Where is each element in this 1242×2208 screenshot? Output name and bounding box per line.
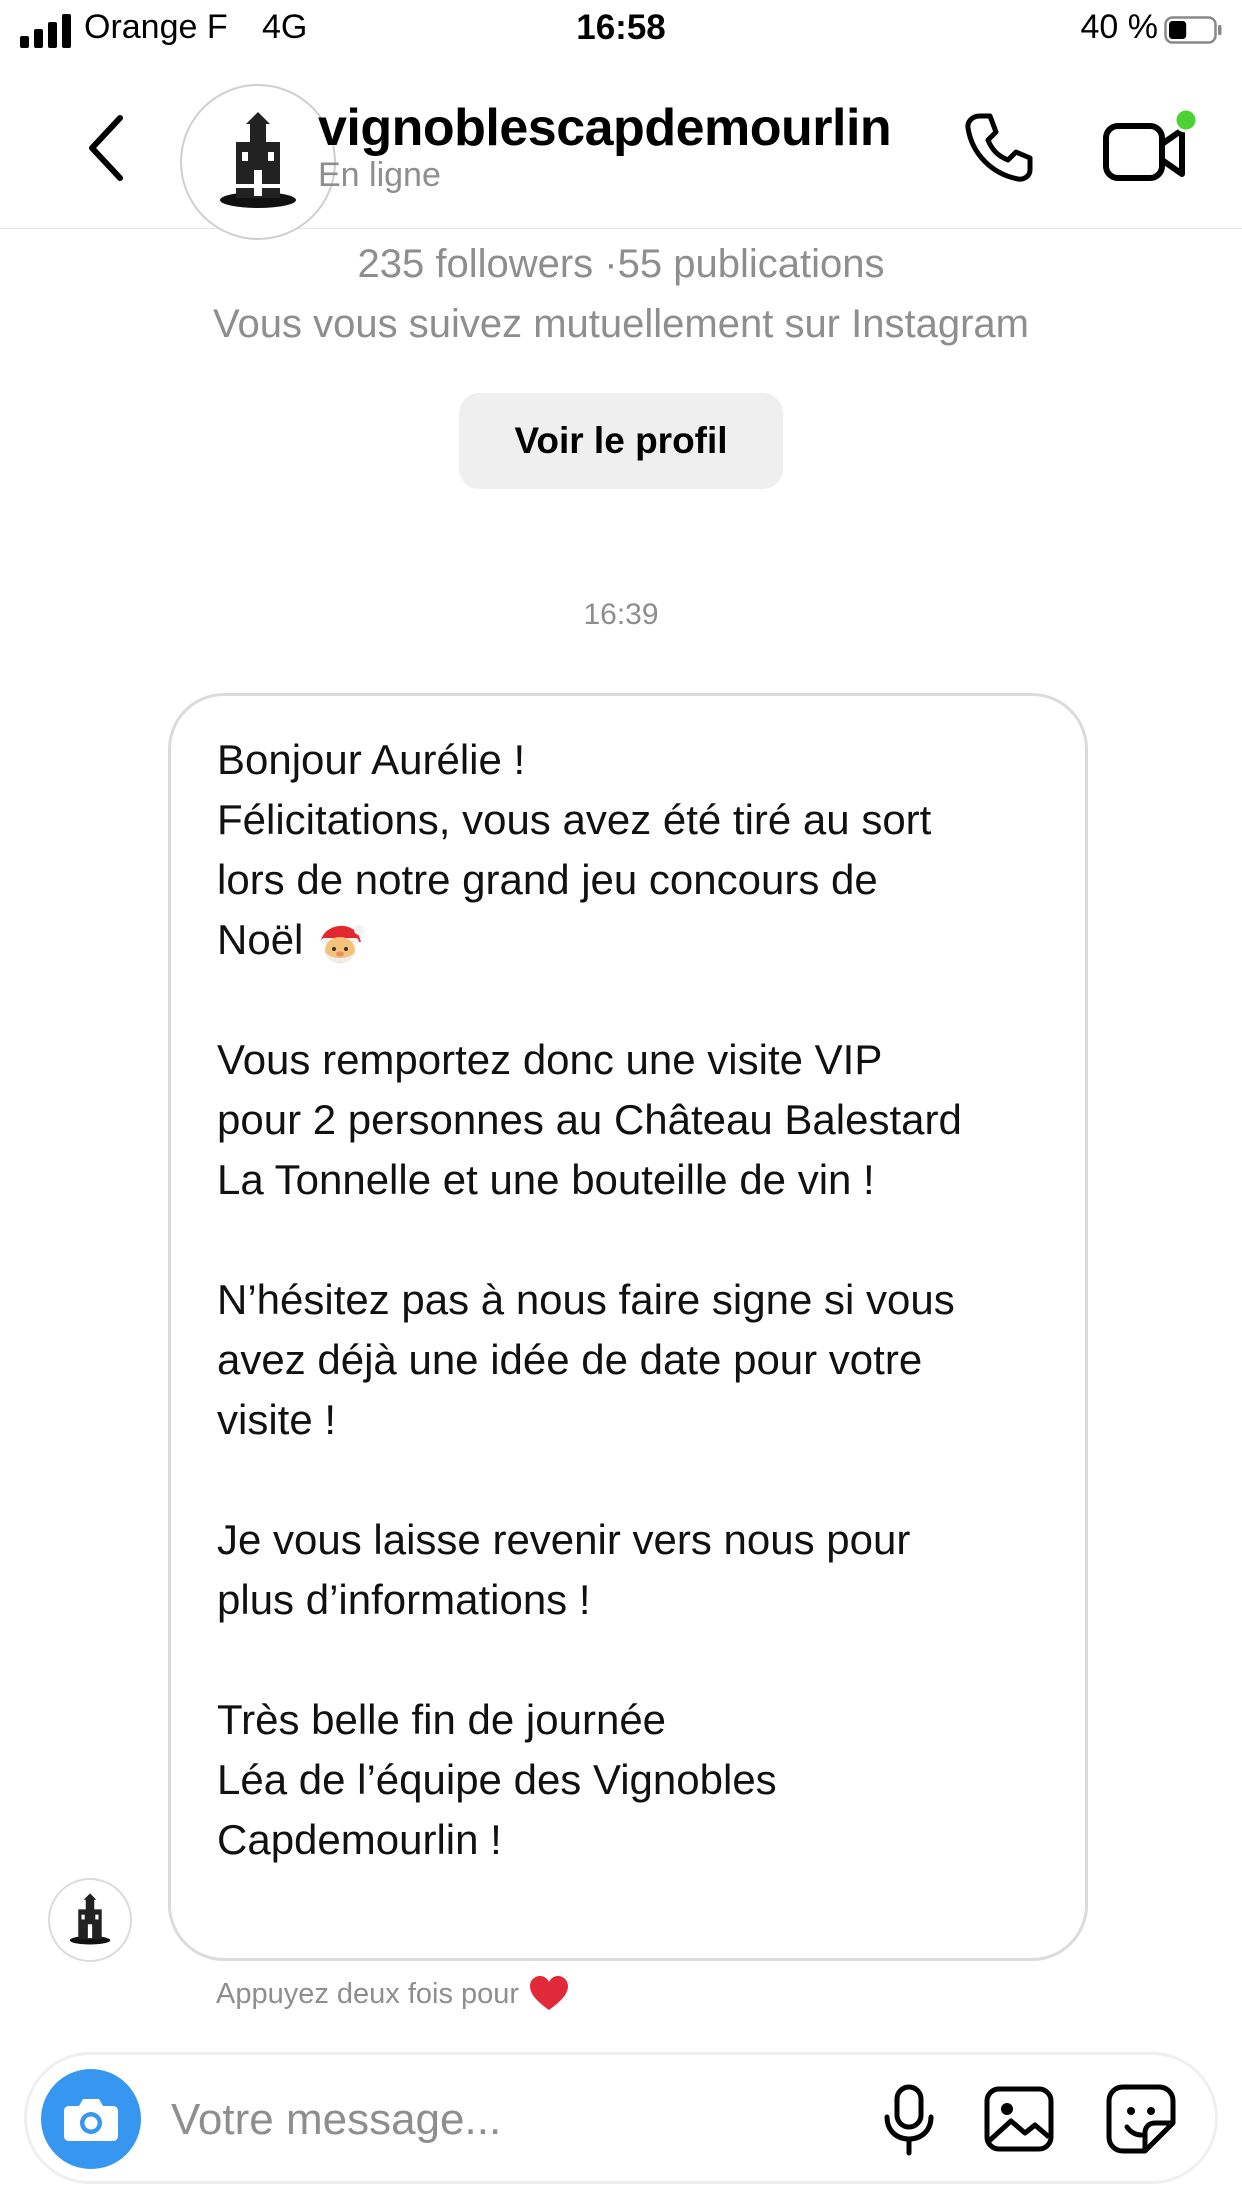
chat-header: vignoblescapdemourlin En ligne <box>0 62 1242 240</box>
profile-avatar[interactable] <box>180 84 336 240</box>
message-line-with-emoji: Noël <box>217 910 1039 970</box>
status-bar: Orange F 4G 16:58 40 % <box>0 0 1242 62</box>
mutual-follow-note: Vous vous suivez mutuellement sur Instag… <box>213 302 1029 346</box>
battery-percent: 40 % <box>1080 8 1159 46</box>
message-line: lors de notre grand jeu concours de <box>217 856 878 903</box>
message-line: avez déjà une idée de date pour votre <box>217 1336 923 1383</box>
message-line: plus d’informations ! <box>217 1576 591 1623</box>
view-profile-button[interactable]: Voir le profil <box>459 393 783 489</box>
heart-icon <box>530 1976 569 2010</box>
message-line <box>217 970 1039 1030</box>
contact-online-status: En ligne <box>318 156 441 194</box>
video-call-icon[interactable] <box>1100 102 1200 192</box>
message-line: Bonjour Aurélie ! <box>217 736 526 783</box>
message-line: Félicitations, vous avez été tiré au sor… <box>217 796 932 843</box>
clock: 16:58 <box>576 8 666 47</box>
santa-emoji-icon <box>321 924 365 963</box>
gallery-icon[interactable] <box>979 2079 1059 2159</box>
message-composer <box>24 2052 1218 2184</box>
double-tap-hint-text: Appuyez deux fois pour <box>216 1977 520 2010</box>
message-line: Noël <box>217 916 304 963</box>
profile-stats: 235 followers ·55 publications <box>357 242 885 286</box>
message-line: Léa de l’équipe des Vignobles <box>217 1756 777 1803</box>
message-line <box>217 1210 1039 1270</box>
camera-icon <box>64 2099 118 2141</box>
message-line: Vous remportez donc une visite VIP <box>217 1036 883 1083</box>
message-line: Capdemourlin ! <box>217 1816 502 1863</box>
message-line: La Tonnelle et une bouteille de vin ! <box>217 1156 875 1203</box>
message-line: visite ! <box>217 1396 337 1443</box>
profile-summary: 235 followers ·55 publications Vous vous… <box>0 234 1242 354</box>
contact-username[interactable]: vignoblescapdemourlin <box>318 98 892 158</box>
camera-button[interactable] <box>41 2069 141 2169</box>
message-line: Très belle fin de journée <box>217 1696 667 1743</box>
message-bubble[interactable]: Bonjour Aurélie ! Félicitations, vous av… <box>168 693 1088 1961</box>
message-line: N’hésitez pas à nous faire signe si vous <box>217 1276 955 1323</box>
message-line: pour 2 personnes au Château Balestard <box>217 1096 962 1143</box>
back-arrow-icon[interactable] <box>80 110 136 186</box>
sender-avatar[interactable] <box>48 1878 132 1962</box>
message-line: Je vous laisse revenir vers nous pour <box>217 1516 911 1563</box>
chateau-logo-icon <box>69 1893 111 1945</box>
message-line <box>217 1450 1039 1510</box>
phone-icon[interactable] <box>958 108 1038 188</box>
battery-icon <box>1164 16 1222 44</box>
message-timestamp: 16:39 <box>583 598 659 631</box>
chateau-logo-icon <box>198 102 318 222</box>
message-line <box>217 1630 1039 1690</box>
message-input[interactable] <box>169 2077 873 2163</box>
microphone-icon[interactable] <box>869 2079 949 2159</box>
double-tap-hint: Appuyez deux fois pour <box>216 1976 569 2012</box>
sticker-icon[interactable] <box>1101 2079 1181 2159</box>
